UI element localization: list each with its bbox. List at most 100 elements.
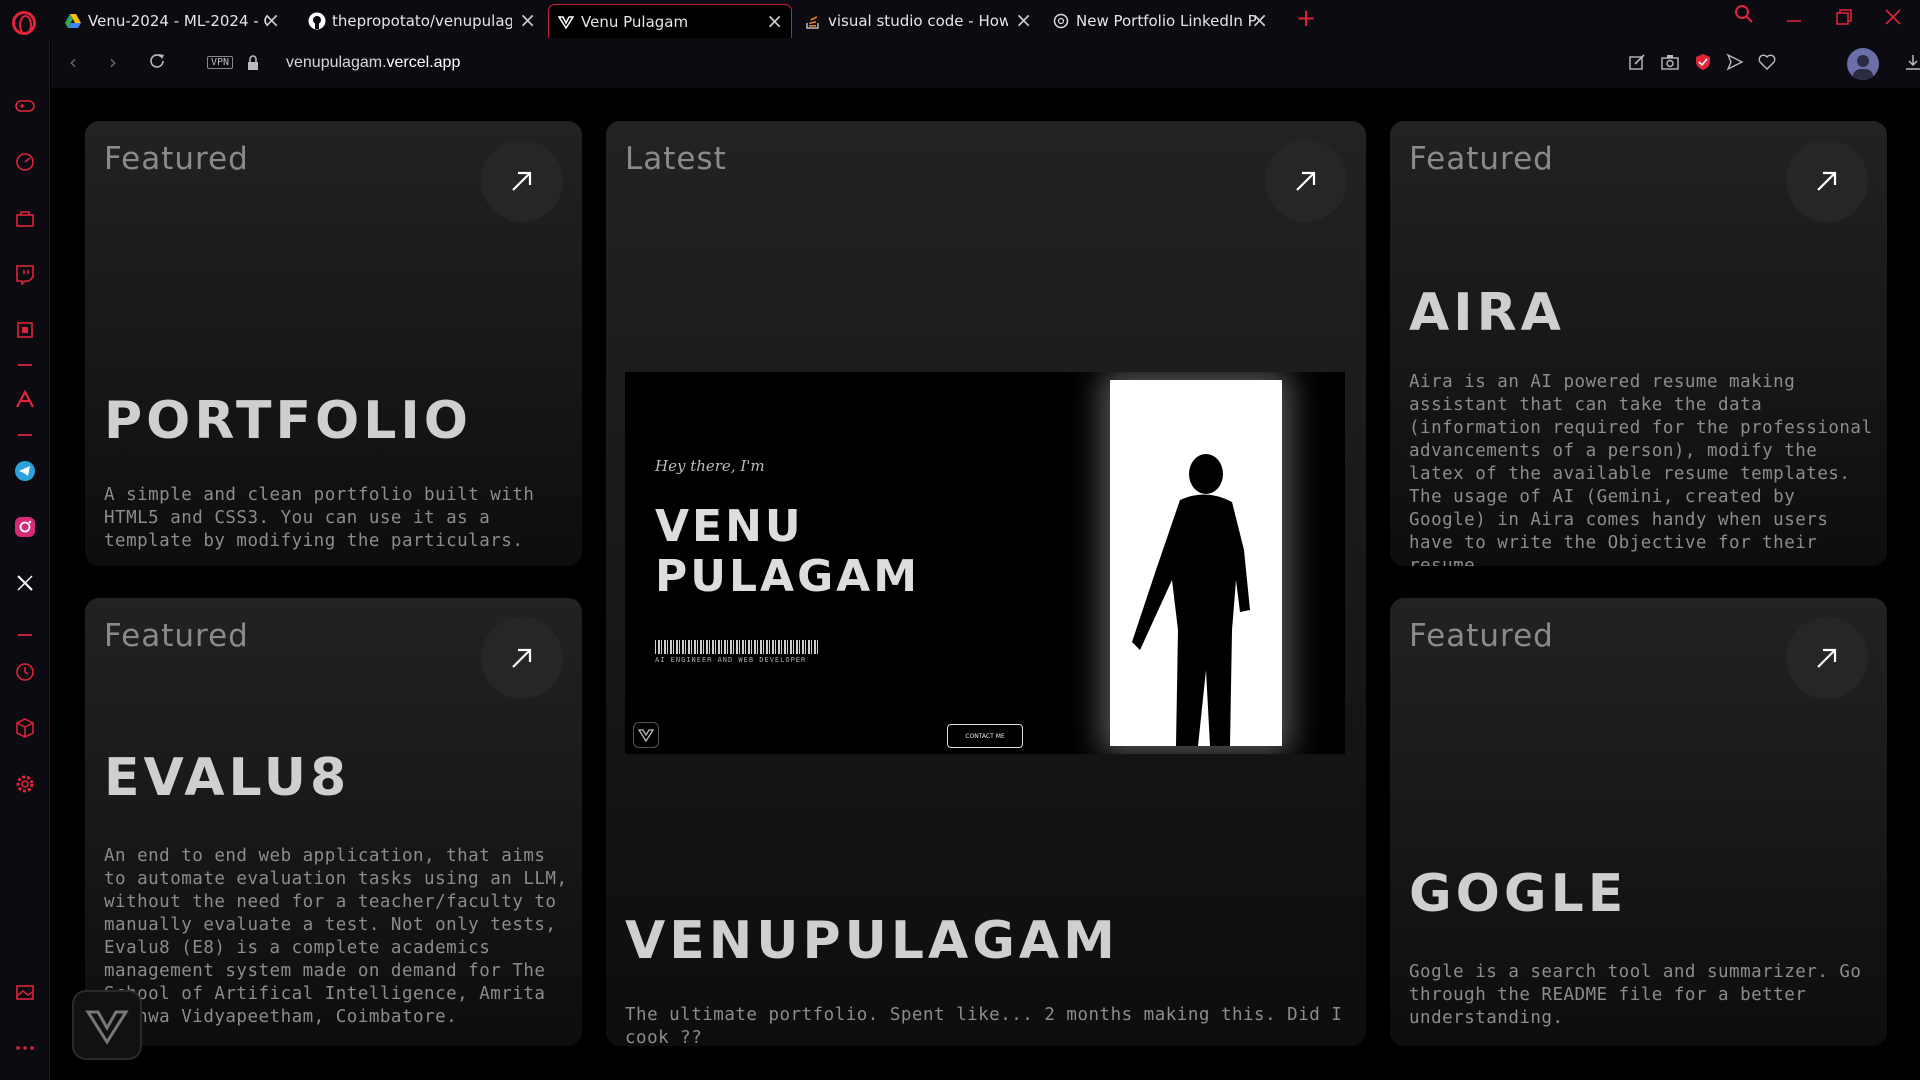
preview-contact-button: CONTACT ME <box>947 724 1023 748</box>
card-label: Latest <box>625 141 727 177</box>
close-tab-icon[interactable]: × <box>1251 10 1268 30</box>
door-light-graphic <box>1110 380 1282 746</box>
close-tab-icon[interactable]: × <box>263 10 280 30</box>
site-logo-icon <box>557 13 575 31</box>
card-label: Featured <box>1409 618 1554 654</box>
card-description: Aira is an AI powered resume making assi… <box>1409 372 1873 566</box>
speed-dial-icon[interactable] <box>13 150 37 174</box>
cpu-icon[interactable] <box>13 318 37 342</box>
sidebar-divider <box>18 364 32 366</box>
preview-logo-icon <box>633 722 659 748</box>
silhouette-figure <box>1132 454 1250 746</box>
forward-icon[interactable]: › <box>109 50 117 74</box>
heart-icon[interactable] <box>1757 52 1777 72</box>
project-card-latest[interactable]: Latest Hey there, I'm VENU PULAGAM AI EN… <box>606 121 1366 1046</box>
close-tab-icon[interactable]: × <box>519 10 536 30</box>
github-icon <box>308 12 326 30</box>
tab-title: visual studio code - How to <box>828 12 1008 30</box>
tab-strip: Venu-2024 - ML-2024 - Go × thepropotato/… <box>0 0 1920 38</box>
close-window-button[interactable] <box>1885 6 1901 30</box>
close-tab-icon[interactable]: × <box>1015 10 1032 30</box>
chatgpt-icon <box>1052 12 1070 30</box>
card-label: Featured <box>1409 141 1554 177</box>
search-tabs-icon[interactable] <box>1734 4 1754 29</box>
tab-title: thepropotato/venupulagam <box>332 12 512 30</box>
minimize-button[interactable] <box>1786 4 1802 29</box>
edit-icon[interactable] <box>1627 52 1647 72</box>
card-title: GOGLE <box>1409 864 1628 924</box>
card-label: Featured <box>104 141 249 177</box>
url-field[interactable]: venupulagam.vercel.app <box>286 54 460 72</box>
sidebar-divider <box>18 434 32 436</box>
url-domain: vercel.app <box>386 54 461 71</box>
gallery-icon[interactable] <box>13 980 37 1004</box>
tab-venu-pulagam[interactable]: Venu Pulagam × <box>548 4 792 38</box>
restore-button[interactable] <box>1836 6 1852 30</box>
project-card-gogle[interactable]: Featured GOGLE Gogle is a search tool an… <box>1390 598 1887 1046</box>
card-description: The ultimate portfolio. Spent like... 2 … <box>625 1005 1343 1046</box>
card-title: PORTFOLIO <box>104 391 472 451</box>
tab-chatgpt[interactable]: New Portfolio LinkedIn Post × <box>1044 4 1276 38</box>
instagram-icon[interactable] <box>13 515 37 539</box>
tab-title: Venu-2024 - ML-2024 - Go <box>88 12 268 30</box>
twitch-icon[interactable] <box>13 262 37 286</box>
card-title: AIRA <box>1409 283 1565 343</box>
card-description: An end to end web application, that aims… <box>104 846 568 1027</box>
site-logo-button[interactable] <box>72 990 142 1060</box>
bag-icon[interactable] <box>13 206 37 230</box>
open-project-button[interactable] <box>1786 617 1868 699</box>
back-icon[interactable]: ‹ <box>69 50 77 74</box>
history-icon[interactable] <box>13 660 37 684</box>
sidebar <box>0 38 50 1080</box>
page-content: Featured PORTFOLIO A simple and clean po… <box>51 88 1920 1080</box>
open-project-button[interactable] <box>1265 140 1347 222</box>
tab-drive[interactable]: Venu-2024 - ML-2024 - Go × <box>56 4 288 38</box>
project-card-aira[interactable]: Featured AIRA Aira is an AI powered resu… <box>1390 121 1887 566</box>
more-icon[interactable] <box>13 1036 37 1060</box>
lock-icon[interactable] <box>247 55 259 71</box>
address-bar: ‹ › VPN venupulagam.vercel.app <box>51 38 1920 88</box>
camera-icon[interactable] <box>1660 52 1680 72</box>
gamepad-icon[interactable] <box>13 94 37 118</box>
preview-greeting: Hey there, I'm <box>655 457 765 475</box>
project-card-portfolio[interactable]: Featured PORTFOLIO A simple and clean po… <box>85 121 582 566</box>
card-description: Gogle is a search tool and summarizer. G… <box>1409 962 1862 1028</box>
tab-title: New Portfolio LinkedIn Post <box>1076 12 1256 30</box>
card-label: Featured <box>104 618 249 654</box>
project-card-evalu8[interactable]: Featured EVALU8 An end to end web applic… <box>85 598 582 1046</box>
opera-menu-icon[interactable] <box>12 11 36 35</box>
card-title: EVALU8 <box>104 748 351 808</box>
telegram-icon[interactable] <box>13 459 37 483</box>
card-title: VENUPULAGAM <box>625 911 1119 971</box>
arrow-up-right-icon <box>1296 171 1316 191</box>
adblock-shield-icon[interactable] <box>1693 52 1713 72</box>
preview-subtitle: AI ENGINEER AND WEB DEVELOPER <box>655 656 807 664</box>
barcode-graphic <box>655 640 820 654</box>
reload-icon[interactable] <box>148 51 166 75</box>
card-description: A simple and clean portfolio built with … <box>104 485 535 551</box>
site-logo-icon <box>85 1010 129 1045</box>
sidebar-divider <box>18 634 32 636</box>
avatar[interactable] <box>1847 48 1879 80</box>
open-project-button[interactable] <box>1786 140 1868 222</box>
settings-icon[interactable] <box>13 772 37 796</box>
vpn-badge[interactable]: VPN <box>207 56 234 69</box>
preview-name: VENU PULAGAM <box>655 502 920 602</box>
tab-stackoverflow[interactable]: visual studio code - How to × <box>796 4 1040 38</box>
preview-name-line2: PULAGAM <box>655 551 921 602</box>
tab-github[interactable]: thepropotato/venupulagam × <box>300 4 544 38</box>
preview-name-line1: VENU <box>655 501 804 552</box>
open-project-button[interactable] <box>481 617 563 699</box>
arrow-up-right-icon <box>512 171 532 191</box>
x-icon[interactable] <box>13 571 37 595</box>
arrow-up-right-icon <box>1817 648 1837 668</box>
url-prefix: venupulagam. <box>286 54 387 71</box>
send-icon[interactable] <box>1725 52 1745 72</box>
close-tab-icon[interactable]: × <box>766 11 783 31</box>
cube-icon[interactable] <box>13 716 37 740</box>
download-icon[interactable] <box>1903 52 1920 72</box>
google-drive-icon <box>64 12 82 30</box>
aria-icon[interactable] <box>13 388 37 412</box>
new-tab-button[interactable]: + <box>1296 4 1316 32</box>
open-project-button[interactable] <box>481 140 563 222</box>
